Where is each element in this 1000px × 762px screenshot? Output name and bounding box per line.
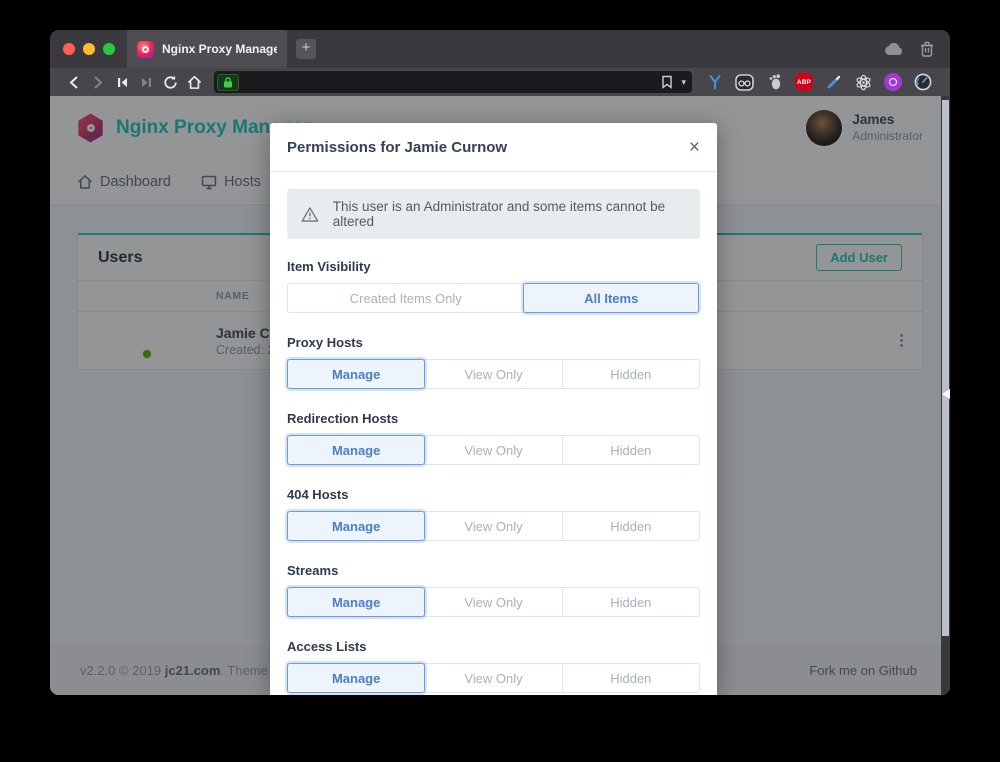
manage-button[interactable]: Manage [287,435,425,465]
view-only-button[interactable]: View Only [424,663,562,693]
permission-toggle-group: Manage View Only Hidden [287,663,700,693]
permissions-modal: Permissions for Jamie Curnow × This user… [270,123,717,695]
permission-toggle-group: Manage View Only Hidden [287,435,700,465]
manage-button[interactable]: Manage [287,663,425,693]
admin-alert: This user is an Administrator and some i… [287,189,700,239]
manage-button[interactable]: Manage [287,359,425,389]
skip-forward-icon[interactable] [134,71,158,93]
ext-gnome-foot-icon[interactable] [765,73,784,92]
bookmarks-dropdown-icon[interactable]: ▾ [681,77,686,88]
ext-atom-icon[interactable] [854,73,873,92]
bookmark-icon[interactable] [661,75,673,89]
browser-tab[interactable]: Nginx Proxy Manager [127,30,287,68]
ext-adblock-plus-icon[interactable]: ABP [795,73,813,91]
section-label: Redirection Hosts [287,411,700,426]
permission-toggle-group: Manage View Only Hidden [287,587,700,617]
created-items-only-button[interactable]: Created Items Only [287,283,524,313]
manage-button[interactable]: Manage [287,511,425,541]
address-bar[interactable]: ▾ [214,71,692,93]
ext-fork-icon[interactable] [705,73,724,92]
back-button[interactable] [62,71,86,93]
tab-title: Nginx Proxy Manager [162,42,277,56]
access-lists-section: Access Lists Manage View Only Hidden [287,639,700,693]
minimize-window-button[interactable] [83,43,95,55]
streams-section: Streams Manage View Only Hidden [287,563,700,617]
scrollbar-thumb[interactable] [942,100,949,636]
view-only-button[interactable]: View Only [424,587,562,617]
secure-lock-icon[interactable] [217,74,239,91]
view-only-button[interactable]: View Only [424,359,562,389]
ext-pen-icon[interactable] [824,73,843,92]
view-only-button[interactable]: View Only [424,435,562,465]
hidden-button[interactable]: Hidden [562,435,700,465]
redirection-hosts-section: Redirection Hosts Manage View Only Hidde… [287,411,700,465]
home-button[interactable] [182,71,206,93]
cloud-sync-icon[interactable] [884,42,904,56]
permission-toggle-group: Manage View Only Hidden [287,359,700,389]
modal-title: Permissions for Jamie Curnow [287,139,507,156]
forward-button[interactable] [86,71,110,93]
warning-triangle-icon [301,206,319,223]
view-only-button[interactable]: View Only [424,511,562,541]
browser-toolbar: ▾ ABP [50,68,950,96]
all-items-button[interactable]: All Items [523,283,699,313]
page-viewport: Nginx Proxy Manager James Administrator … [50,96,950,695]
section-label: Access Lists [287,639,700,654]
proxy-hosts-section: Proxy Hosts Manage View Only Hidden [287,335,700,389]
hidden-button[interactable]: Hidden [562,511,700,541]
npm-favicon-icon [137,41,154,58]
hidden-button[interactable]: Hidden [562,663,700,693]
section-label: 404 Hosts [287,487,700,502]
browser-tab-bar: Nginx Proxy Manager + [50,30,950,68]
skip-back-icon[interactable] [110,71,134,93]
item-visibility-label: Item Visibility [287,259,700,274]
browser-window: Nginx Proxy Manager + ▾ ABP [50,30,950,695]
manage-button[interactable]: Manage [287,587,425,617]
trash-icon[interactable] [920,41,934,57]
404-hosts-section: 404 Hosts Manage View Only Hidden [287,487,700,541]
section-label: Streams [287,563,700,578]
window-controls [50,30,127,68]
item-visibility-group: Created Items Only All Items [287,283,700,313]
scroll-marker-icon [942,389,950,399]
hidden-button[interactable]: Hidden [562,359,700,389]
permission-toggle-group: Manage View Only Hidden [287,511,700,541]
hidden-button[interactable]: Hidden [562,587,700,617]
extension-icons: ABP [705,73,932,92]
section-label: Proxy Hosts [287,335,700,350]
close-icon[interactable]: × [689,138,700,157]
reload-button[interactable] [158,71,182,93]
close-window-button[interactable] [63,43,75,55]
new-tab-button[interactable]: + [296,39,316,59]
alert-text: This user is an Administrator and some i… [333,199,686,229]
ext-container-icon[interactable] [735,73,754,92]
ext-purple-badge-icon[interactable] [884,73,902,91]
ext-gauge-icon[interactable] [913,73,932,92]
maximize-window-button[interactable] [103,43,115,55]
